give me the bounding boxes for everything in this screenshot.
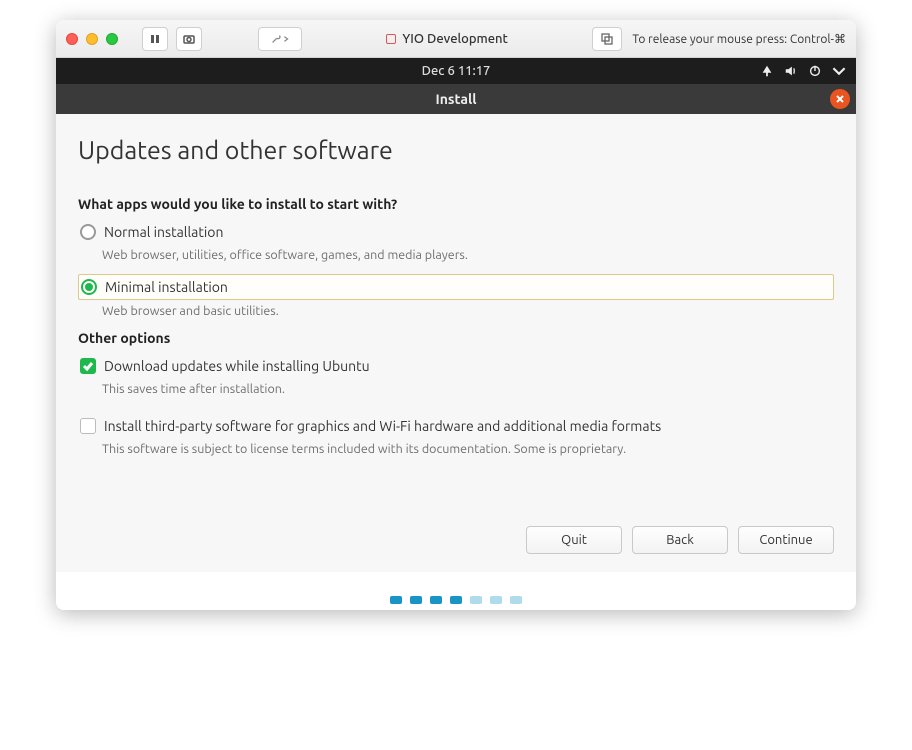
other-options-label: Other options [78, 330, 834, 346]
continue-button[interactable]: Continue [738, 526, 834, 554]
chevron-down-icon [832, 64, 846, 78]
close-window-button[interactable] [66, 33, 78, 45]
minimal-install-desc: Web browser and basic utilities. [102, 304, 834, 318]
checkbox-checked-icon [80, 358, 96, 374]
network-icon [760, 64, 774, 78]
vm-window: YIO Development To release your mouse pr… [56, 20, 856, 610]
vm-status-icon [386, 34, 396, 44]
button-row: Quit Back Continue [78, 526, 834, 554]
vm-tools-button[interactable] [258, 27, 302, 51]
progress-dot [390, 596, 402, 604]
radio-on-icon [81, 279, 97, 295]
ubuntu-topbar: Dec 6 11:17 [56, 58, 856, 84]
snapshot-vm-button[interactable] [176, 27, 202, 51]
windowed-mode-button[interactable] [592, 27, 622, 51]
question-label: What apps would you like to install to s… [78, 196, 834, 212]
normal-install-label: Normal installation [104, 224, 223, 240]
minimal-install-label: Minimal installation [105, 279, 228, 295]
mouse-release-hint: To release your mouse press: Control-⌘ [632, 32, 846, 46]
quit-button[interactable]: Quit [526, 526, 622, 554]
radio-off-icon [80, 224, 96, 240]
status-area[interactable] [760, 64, 846, 78]
progress-dot [450, 596, 462, 604]
close-icon [835, 94, 845, 104]
power-icon [808, 64, 822, 78]
installer-content: Updates and other software What apps wou… [56, 114, 856, 572]
installer-title: Install [436, 91, 477, 107]
progress-dot [490, 596, 502, 604]
clock-label: Dec 6 11:17 [422, 64, 491, 78]
normal-install-desc: Web browser, utilities, office software,… [102, 248, 834, 262]
checkbox-unchecked-icon [80, 418, 96, 434]
back-button[interactable]: Back [632, 526, 728, 554]
volume-icon [784, 64, 798, 78]
thirdparty-desc: This software is subject to license term… [102, 442, 834, 456]
progress-dot [470, 596, 482, 604]
download-updates-checkbox[interactable]: Download updates while installing Ubuntu [78, 354, 834, 378]
host-window-title: YIO Development [310, 32, 584, 46]
pause-vm-button[interactable] [142, 27, 168, 51]
close-installer-button[interactable] [830, 89, 850, 109]
progress-dot [510, 596, 522, 604]
thirdparty-label: Install third-party software for graphic… [104, 418, 661, 434]
progress-dot [410, 596, 422, 604]
thirdparty-checkbox[interactable]: Install third-party software for graphic… [78, 414, 834, 438]
minimal-install-radio[interactable]: Minimal installation [78, 274, 834, 300]
download-updates-label: Download updates while installing Ubuntu [104, 358, 370, 374]
progress-dots [56, 572, 856, 610]
normal-install-radio[interactable]: Normal installation [78, 220, 834, 244]
progress-dot [430, 596, 442, 604]
download-updates-desc: This saves time after installation. [102, 382, 834, 396]
host-title-text: YIO Development [402, 32, 507, 46]
host-toolbar: YIO Development To release your mouse pr… [56, 20, 856, 58]
installer-titlebar: Install [56, 84, 856, 114]
page-title: Updates and other software [78, 136, 834, 164]
fullscreen-window-button[interactable] [106, 33, 118, 45]
minimize-window-button[interactable] [86, 33, 98, 45]
